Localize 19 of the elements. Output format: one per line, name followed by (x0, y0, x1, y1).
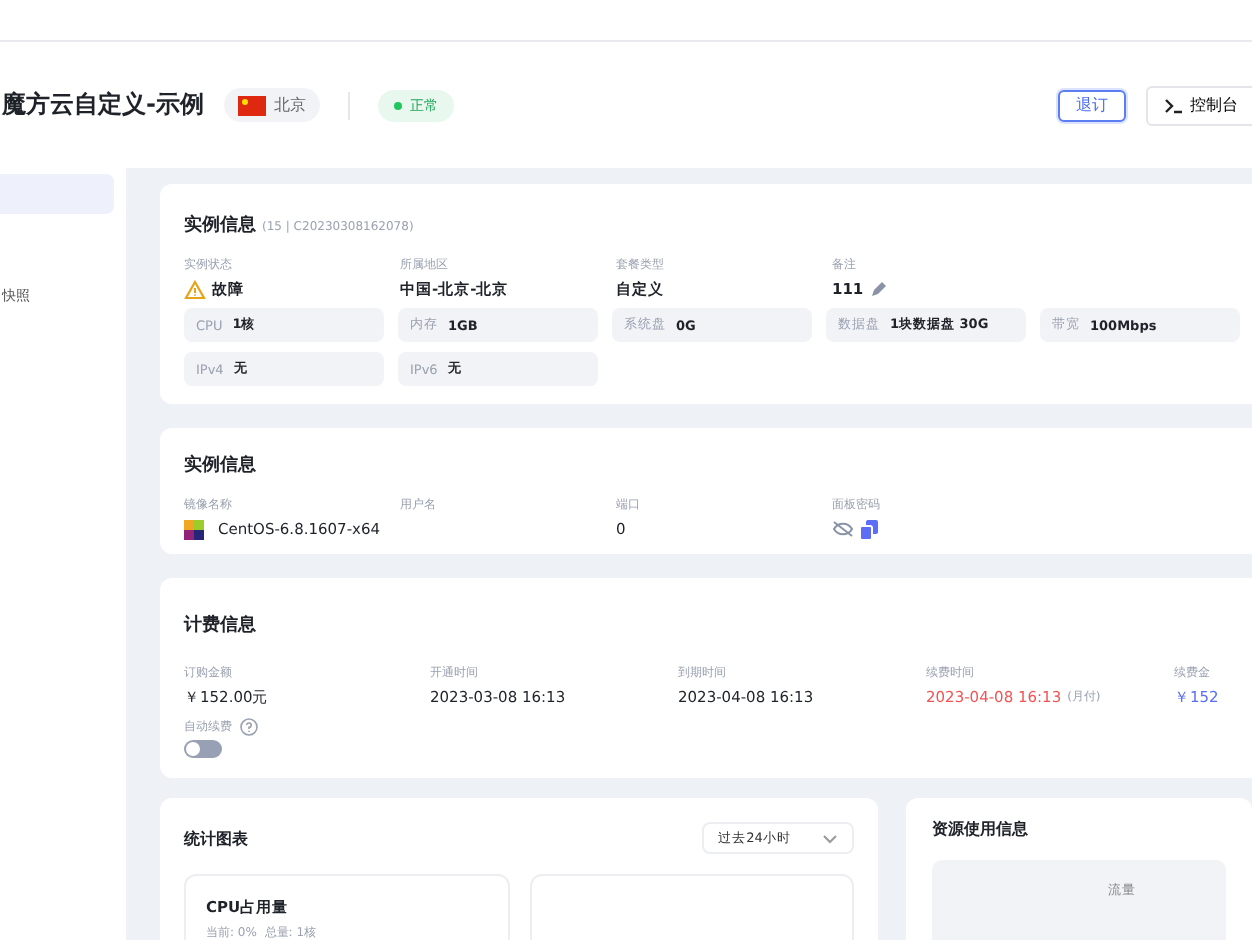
pencil-icon[interactable] (869, 280, 888, 298)
help-icon[interactable] (240, 718, 258, 736)
card-title: 计费信息 (184, 612, 256, 638)
eye-hidden-icon[interactable] (832, 520, 854, 538)
unsubscribe-button[interactable]: 退订 (1058, 89, 1126, 121)
warning-icon (184, 279, 206, 299)
card-title: 资源使用信息 (932, 818, 1031, 840)
copy-icon[interactable] (860, 519, 878, 539)
toggle-switch[interactable] (184, 740, 222, 758)
card-title: 统计图表 (184, 827, 248, 849)
chevron-down-icon (822, 833, 839, 843)
region-tag: 北京 (223, 88, 320, 122)
flag-icon (237, 95, 266, 115)
console-button[interactable]: 控制台 (1146, 85, 1252, 125)
page-title: 魔方云自定义-示例 (2, 88, 204, 122)
card-title: 实例信息 (184, 212, 256, 238)
os-logo-icon (184, 519, 204, 539)
terminal-icon (1164, 97, 1184, 113)
card-title: 实例信息 (184, 452, 256, 478)
